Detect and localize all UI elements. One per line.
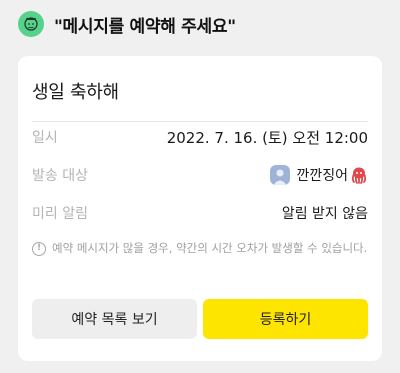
recipient-name: 깐깐징어	[296, 168, 348, 184]
reservation-card: 생일 축하해 일시 2022. 7. 16. (토) 오전 12:00 발송 대…	[18, 56, 382, 361]
reminder-value[interactable]: 알림 받지 않음	[282, 203, 368, 223]
bot-face-icon	[18, 11, 44, 37]
message-title[interactable]: 생일 축하해	[32, 78, 119, 104]
recipient-value[interactable]: 깐깐징어	[270, 165, 368, 185]
register-button[interactable]: 등록하기	[203, 299, 368, 339]
page-title: "메시지를 예약해 주세요"	[54, 16, 236, 37]
notice-text: 예약 메시지가 많을 경우, 약간의 시간 오차가 발생할 수 있습니다.	[52, 241, 368, 255]
datetime-row[interactable]: 일시 2022. 7. 16. (토) 오전 12:00	[32, 126, 368, 148]
view-reservations-button[interactable]: 예약 목록 보기	[32, 299, 197, 339]
reminder-row[interactable]: 미리 알림 알림 받지 않음	[32, 202, 368, 224]
divider	[32, 121, 368, 122]
datetime-value[interactable]: 2022. 7. 16. (토) 오전 12:00	[167, 127, 368, 148]
chat-header: "메시지를 예약해 주세요"	[0, 0, 400, 48]
exclamation-circle-icon: !	[32, 242, 46, 256]
recipient-label: 발송 대상	[32, 168, 88, 184]
recipient-row[interactable]: 발송 대상 깐깐징어	[32, 164, 368, 186]
datetime-label: 일시	[32, 130, 58, 146]
user-avatar-icon	[270, 165, 291, 185]
octopus-icon	[351, 167, 367, 184]
notice: ! 예약 메시지가 많을 경우, 약간의 시간 오차가 발생할 수 있습니다.	[32, 240, 368, 257]
reminder-label: 미리 알림	[32, 206, 88, 222]
